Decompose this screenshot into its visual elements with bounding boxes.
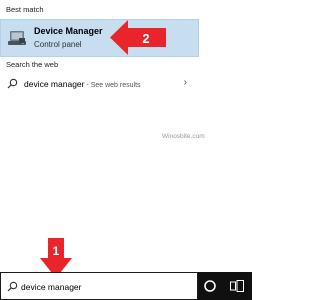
- cortana-circle-icon[interactable]: [203, 279, 217, 293]
- watermark: Winosbite.com: [162, 133, 205, 140]
- web-result-suffix: - See web results: [84, 82, 141, 89]
- best-match-device-manager[interactable]: Device Manager Control panel: [0, 19, 199, 57]
- callout-number-2: 2: [142, 31, 149, 46]
- taskbar-search-input[interactable]: [21, 278, 191, 296]
- chevron-right-icon[interactable]: ›: [184, 77, 187, 88]
- search-icon: [7, 281, 18, 292]
- web-query-text: device manager: [24, 79, 85, 89]
- callout-number-1: 1: [53, 244, 60, 258]
- web-result-text: device manager - See web results: [24, 79, 141, 89]
- taskbar-search-box[interactable]: [0, 272, 198, 300]
- search-icon: [7, 78, 18, 89]
- taskbar: [0, 272, 252, 300]
- callout-arrow-2: 2: [110, 20, 166, 55]
- app-name: Device Manager: [34, 26, 103, 36]
- search-results-panel: Best match Device Manager Control panel …: [0, 0, 252, 278]
- web-result-device-manager[interactable]: device manager - See web results ›: [0, 73, 199, 95]
- app-type: Control panel: [34, 40, 82, 49]
- device-manager-icon: [8, 31, 26, 45]
- best-match-header: Best match: [6, 5, 44, 14]
- search-web-header: Search the web: [6, 60, 59, 69]
- task-view-icon[interactable]: [230, 280, 244, 292]
